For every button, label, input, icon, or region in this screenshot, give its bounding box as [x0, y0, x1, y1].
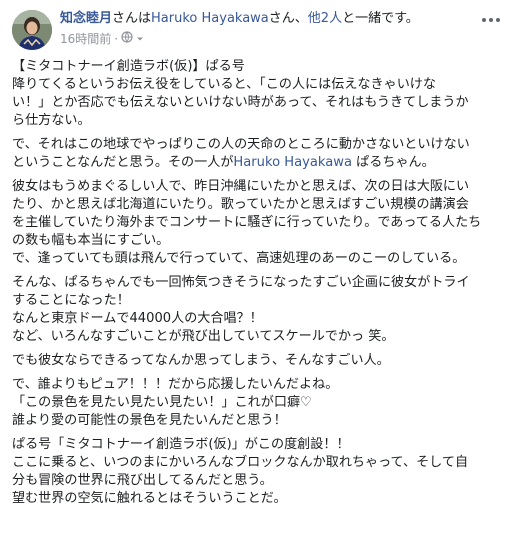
- text-line: 彼女はもうめまぐるしい人で、昨日沖縄にいたかと思えば、次の日は大阪にい: [12, 179, 470, 194]
- timestamp[interactable]: 16時間前: [60, 31, 111, 47]
- text-line: 「この景色を見たい見たい見たい！」これが口癖♡: [12, 395, 312, 410]
- post-body: 【ミタコトナーイ創造ラボ(仮)】ぱる号 降りてくるというお伝え役をしていると、「…: [12, 58, 504, 508]
- text-line: そんな、ぱるちゃんでも一回怖気つきそうになったすごい企画に彼女がトライ: [12, 275, 470, 290]
- text-line: なんと東京ドームで44000人の大合唱？！: [12, 311, 263, 326]
- tagged-others[interactable]: 他2人: [308, 11, 342, 26]
- more-dot: [496, 18, 500, 22]
- more-dot: [482, 18, 486, 22]
- mention-link[interactable]: Haruko Hayakawa: [233, 155, 352, 170]
- text-line: でも彼女ならできるってなんか思ってしまう、そんなすごい人。: [12, 353, 390, 368]
- paragraph-5: でも彼女ならできるってなんか思ってしまう、そんなすごい人。: [12, 352, 504, 370]
- paragraph-3: 彼女はもうめまぐるしい人で、昨日沖縄にいたかと思えば、次の日は大阪にい たり、か…: [12, 178, 504, 268]
- text-line: で、それはこの地球でやっぱりこの人の天命のところに動かさないといけない: [12, 137, 470, 152]
- paragraph-4: そんな、ぱるちゃんでも一回怖気つきそうになったすごい企画に彼女がトライ すること…: [12, 274, 504, 346]
- meta-separator: ·: [114, 32, 119, 46]
- text-line: の数も幅も本当にすごい。: [12, 233, 170, 248]
- text-line: ら仕方ない。: [12, 113, 91, 128]
- paragraph-1: 【ミタコトナーイ創造ラボ(仮)】ぱる号 降りてくるというお伝え役をしていると、「…: [12, 58, 504, 130]
- text-line: ここに乗ると、いつのまにかいろんなブロックなんか取れちゃって、そして自: [12, 455, 469, 470]
- text-fragment: ということなんだと思う。その一人が: [12, 155, 234, 170]
- connector-text-2: さん、: [268, 11, 308, 26]
- chevron-down-icon[interactable]: [136, 31, 144, 47]
- tagged-person[interactable]: Haruko Hayakawa: [151, 11, 269, 26]
- text-fragment: ぱるちゃん。: [352, 155, 435, 170]
- facebook-post: 知念睦月さんはHaruko Hayakawaさん、他2人と一緒です。 16時間前…: [0, 0, 514, 539]
- more-icon[interactable]: [480, 12, 502, 28]
- avatar-photo: [12, 10, 52, 50]
- text-line: など、いろんなすごいことが飛び出していてスケールでかっ 笑。: [12, 329, 395, 344]
- post-meta: 知念睦月さんはHaruko Hayakawaさん、他2人と一緒です。 16時間前…: [60, 10, 474, 47]
- text-line: を主催していたり海外までコンサートに騒ぎに行っていたり。であってる人たち: [12, 215, 482, 230]
- text-line: 【ミタコトナーイ創造ラボ(仮)】ぱる号: [12, 59, 245, 74]
- with-suffix: と一緒です。: [342, 11, 419, 26]
- text-line: ぱる号「ミタコトナーイ創造ラボ(仮)」がこの度創設！！: [12, 437, 350, 452]
- text-line: い！」とか否応でも伝えないといけない時があって、それはもうきてしまうか: [12, 95, 469, 110]
- avatar[interactable]: [12, 10, 52, 50]
- text-line: 分も冒険の世界に飛び出してるんだと思う。: [12, 473, 273, 488]
- text-line: 降りてくるというお伝え役をしていると、「この人には伝えなきゃいけな: [12, 77, 436, 92]
- globe-icon[interactable]: [121, 31, 133, 47]
- post-title-line: 知念睦月さんはHaruko Hayakawaさん、他2人と一緒です。: [60, 10, 474, 28]
- paragraph-7: ぱる号「ミタコトナーイ創造ラボ(仮)」がこの度創設！！ ここに乗ると、いつのまに…: [12, 436, 504, 508]
- text-line: で、誰よりもピュア！！！だから応援したいんだよね。: [12, 377, 339, 392]
- post-subline: 16時間前 ·: [60, 31, 474, 47]
- text-line: たり、かと思えば北海道にいたり。歌っていたかと思えばすごい規模の講演会: [12, 197, 469, 212]
- text-line: 望む世界の空気に触れるとはそういうことだ。: [12, 491, 287, 506]
- more-dot: [489, 18, 493, 22]
- paragraph-2: で、それはこの地球でやっぱりこの人の天命のところに動かさないといけない というこ…: [12, 136, 504, 172]
- text-line-with-link: ということなんだと思う。その一人がHaruko Hayakawa ぱるちゃん。: [12, 154, 504, 172]
- paragraph-6: で、誰よりもピュア！！！だから応援したいんだよね。 「この景色を見たい見たい見た…: [12, 376, 504, 430]
- post-header: 知念睦月さんはHaruko Hayakawaさん、他2人と一緒です。 16時間前…: [12, 0, 504, 58]
- text-line: することになった！: [12, 293, 130, 308]
- text-line: で、逢っていても頭は飛んで行っていて、高速処理のあーのこーのしている。: [12, 251, 466, 266]
- text-line: 誰より愛の可能性の景色を見たいんだと思う！: [12, 413, 287, 428]
- connector-text: さんは: [112, 11, 152, 26]
- author-name[interactable]: 知念睦月: [60, 11, 112, 26]
